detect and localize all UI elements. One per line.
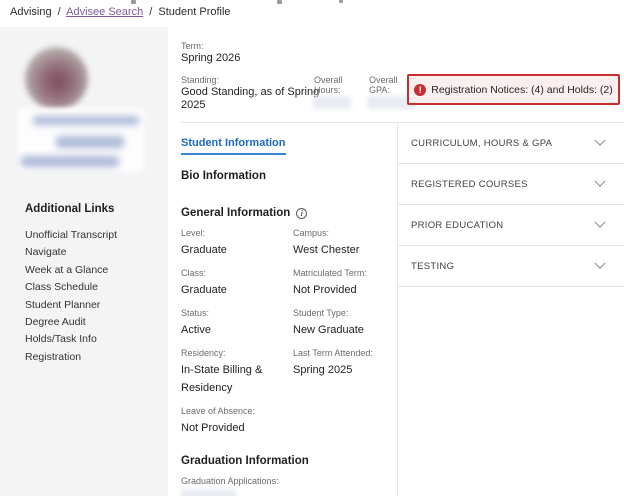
field-value: Not Provided <box>293 284 357 296</box>
field-label: Campus: <box>293 228 330 238</box>
field-value: Spring 2025 <box>293 364 353 376</box>
field-value: Not Provided <box>181 422 245 434</box>
additional-links-list: Unofficial Transcript Navigate Week at a… <box>25 227 117 366</box>
bio-information-heading: Bio Information <box>181 170 266 182</box>
overall-gpa-label: Overall GPA: <box>369 75 398 95</box>
field-value: In-State Billing & Residency <box>181 364 263 394</box>
sidebar-link-degree-audit[interactable]: Degree Audit <box>25 314 117 331</box>
additional-links-heading: Additional Links <box>25 203 115 215</box>
registration-notices-holds-alert[interactable]: Registration Notices: (4) and Holds: (2) <box>407 74 620 105</box>
overall-hours-label: Overall Hours: <box>314 75 343 95</box>
field-campus: Campus: West Chester <box>293 228 397 258</box>
general-information-grid: Level: Graduate Campus: West Chester Cla… <box>181 228 397 436</box>
field-label: Class: <box>181 268 207 278</box>
accordion-registered-courses[interactable]: REGISTERED COURSES <box>398 164 624 205</box>
chevron-down-icon <box>594 134 606 146</box>
term-value: Spring 2026 <box>181 52 241 64</box>
field-level: Level: Graduate <box>181 228 293 258</box>
student-name-redacted <box>18 108 144 172</box>
breadcrumb: Advising / Advisee Search / Student Prof… <box>10 6 231 18</box>
redacted-text-line <box>21 156 119 167</box>
field-class: Class: Graduate <box>181 268 293 298</box>
cropped-text-fragment <box>339 0 343 3</box>
accordion-panel: CURRICULUM, HOURS & GPA REGISTERED COURS… <box>397 122 624 496</box>
info-icon[interactable] <box>296 207 308 219</box>
field-label: Student Type: <box>293 308 349 318</box>
content-columns: Student Information Bio Information Gene… <box>168 122 624 496</box>
field-label: Level: <box>181 228 206 238</box>
breadcrumb-advising: Advising <box>10 6 52 18</box>
field-label: Leave of Absence: <box>181 406 256 416</box>
breadcrumb-student-profile: Student Profile <box>158 6 231 18</box>
standing-label: Standing: <box>181 75 220 85</box>
sidebar-link-week-at-a-glance[interactable]: Week at a Glance <box>25 262 117 279</box>
field-label: Last Term Attended: <box>293 348 373 358</box>
accordion-label: TESTING <box>411 260 455 272</box>
field-value: Graduate <box>181 244 227 256</box>
field-value: New Graduate <box>293 324 364 336</box>
student-information-panel: Student Information Bio Information Gene… <box>181 122 397 496</box>
breadcrumb-separator: / <box>57 6 61 18</box>
chevron-down-icon <box>594 216 606 228</box>
accordion-testing[interactable]: TESTING <box>398 246 624 287</box>
breadcrumb-advisee-search-link[interactable]: Advisee Search <box>66 6 143 18</box>
breadcrumb-separator: / <box>149 6 153 18</box>
cropped-text-fragment <box>131 0 136 4</box>
redacted-text-line <box>33 116 139 125</box>
sidebar-link-registration[interactable]: Registration <box>25 349 117 366</box>
field-last-term-attended: Last Term Attended: Spring 2025 <box>293 348 397 396</box>
main-content: Term: Spring 2026 Standing: Good Standin… <box>168 27 624 496</box>
general-information-heading: General Information <box>181 207 397 219</box>
notice-text: Registration Notices: (4) and Holds: (2) <box>431 83 613 96</box>
accordion-label: CURRICULUM, HOURS & GPA <box>411 137 553 149</box>
standing-value: Good Standing, as of Spring 2025 <box>181 86 320 111</box>
graduation-information-heading: Graduation Information <box>181 455 309 467</box>
field-residency: Residency: In-State Billing & Residency <box>181 348 293 396</box>
term-label: Term: <box>181 41 204 51</box>
sidebar-link-student-planner[interactable]: Student Planner <box>25 297 117 314</box>
general-information-heading-text: General Information <box>181 207 291 219</box>
redacted-text-line <box>56 136 124 148</box>
student-profile-screen: Advising / Advisee Search / Student Prof… <box>0 0 624 496</box>
field-status: Status: Active <box>181 308 293 338</box>
exclamation-circle-icon <box>414 83 427 96</box>
field-label: Status: <box>181 308 210 318</box>
chevron-down-icon <box>594 175 606 187</box>
overall-hours-value-redacted <box>313 96 351 109</box>
chevron-down-icon <box>594 257 606 269</box>
field-label: Matriculated Term: <box>293 268 367 278</box>
field-matriculated-term: Matriculated Term: Not Provided <box>293 268 397 298</box>
field-value: Active <box>181 324 211 336</box>
accordion-label: REGISTERED COURSES <box>411 178 528 190</box>
field-value: West Chester <box>293 244 360 256</box>
graduation-applications-label: Graduation Applications: <box>181 476 279 486</box>
student-avatar <box>25 47 88 110</box>
sidebar-link-holds-task-info[interactable]: Holds/Task Info <box>25 331 117 348</box>
accordion-label: PRIOR EDUCATION <box>411 219 504 231</box>
student-sidebar: Additional Links Unofficial Transcript N… <box>0 27 168 496</box>
graduation-applications-value-redacted <box>181 489 236 496</box>
summary-band: Term: Spring 2026 Standing: Good Standin… <box>168 27 624 122</box>
cropped-text-fragment <box>277 0 282 4</box>
sidebar-link-class-schedule[interactable]: Class Schedule <box>25 279 117 296</box>
field-value: Graduate <box>181 284 227 296</box>
sidebar-link-unofficial-transcript[interactable]: Unofficial Transcript <box>25 227 117 244</box>
sidebar-link-navigate[interactable]: Navigate <box>25 244 117 261</box>
field-label: Residency: <box>181 348 226 358</box>
tab-student-information[interactable]: Student Information <box>181 137 286 155</box>
field-student-type: Student Type: New Graduate <box>293 308 397 338</box>
accordion-prior-education[interactable]: PRIOR EDUCATION <box>398 205 624 246</box>
field-leave-of-absence: Leave of Absence: Not Provided <box>181 406 293 436</box>
accordion-curriculum-hours-gpa[interactable]: CURRICULUM, HOURS & GPA <box>398 123 624 164</box>
